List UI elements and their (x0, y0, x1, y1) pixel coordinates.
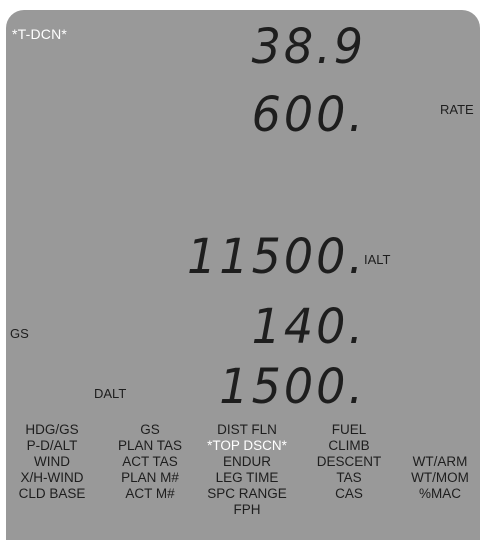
label-x-h-wind: X/H-WIND (20, 470, 84, 485)
row1-value: 38.9 (251, 17, 366, 75)
label-dist-fln: DIST FLN (217, 422, 277, 437)
row3-unit-label: IALT (364, 252, 391, 267)
calculator-screen: *T-DCN* 38.9 600. RATE 11500. IALT GS 14… (0, 0, 480, 540)
label-plan-tas: PLAN TAS (117, 438, 183, 453)
row2-unit-label: RATE (440, 102, 474, 117)
label-wt-mom: WT/MOM (411, 470, 469, 485)
label-act-mach: ACT M# (125, 486, 175, 501)
label-leg-time: LEG TIME (215, 470, 279, 485)
label-spc-range: SPC RANGE (207, 486, 287, 501)
label-wind: WIND (34, 454, 70, 469)
lcd-display: *T-DCN* 38.9 600. RATE 11500. IALT GS 14… (6, 10, 480, 540)
label-cld-base: CLD BASE (18, 486, 86, 501)
row3-value: 11500. (187, 227, 366, 285)
label-cas: CAS (335, 486, 363, 501)
label-pct-mac: %MAC (418, 486, 462, 501)
label-endur: ENDUR (222, 454, 272, 469)
label-descent: DESCENT (316, 454, 382, 469)
label-plan-mach: PLAN M# (121, 470, 179, 485)
label-wt-arm: WT/ARM (412, 454, 468, 469)
label-fph: FPH (233, 502, 261, 517)
label-act-tas: ACT TAS (122, 454, 178, 469)
label-tas: TAS (336, 470, 362, 485)
row4-unit-label: GS (10, 326, 29, 341)
label-top-dscn-active: *TOP DSCN* (207, 438, 287, 453)
label-gs: GS (140, 422, 160, 437)
label-hdg-gs: HDG/GS (25, 422, 79, 437)
label-fuel: FUEL (331, 422, 367, 437)
row2-value: 600. (251, 85, 366, 143)
row5-value: 1500. (219, 357, 366, 415)
label-climb: CLIMB (328, 438, 370, 453)
label-p-d-alt: P-D/ALT (26, 438, 78, 453)
row4-value: 140. (251, 297, 366, 355)
